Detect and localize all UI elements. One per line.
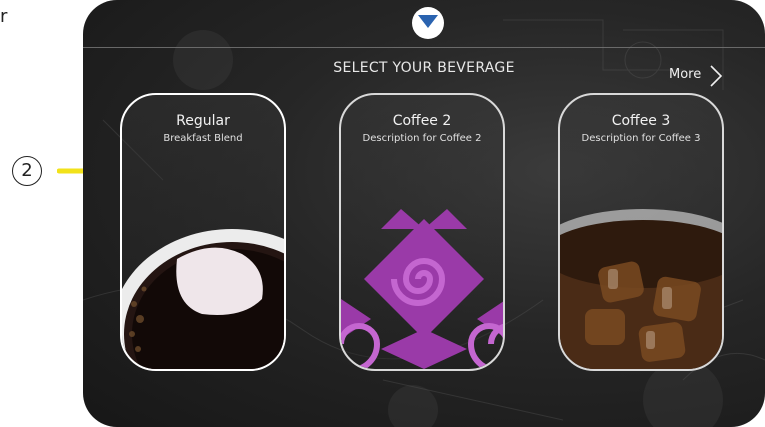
beverage-card-title: Regular (176, 113, 230, 129)
beverage-card-coffee-2[interactable]: Coffee 2 Description for Coffee 2 (339, 93, 505, 371)
more-button[interactable]: More (669, 62, 729, 92)
callout-number: 2 (12, 156, 42, 186)
chevron-right-icon (710, 65, 723, 87)
page-title: SELECT YOUR BEVERAGE (333, 60, 515, 76)
brand-logo-icon (412, 7, 444, 39)
beverage-card-regular[interactable]: Regular Breakfast Blend (120, 93, 286, 371)
callout-marker: 2 (12, 156, 52, 186)
beverage-card-description: Description for Coffee 2 (362, 133, 482, 144)
beverage-card-coffee-3[interactable]: Coffee 3 Description for Coffee 3 (558, 93, 724, 371)
purple-spiral-pattern-image (341, 209, 503, 369)
beverage-card-title: Coffee 3 (611, 113, 671, 129)
beverage-card-description: Breakfast Blend (163, 133, 243, 144)
header-divider (83, 47, 765, 48)
more-button-label: More (669, 67, 702, 82)
kiosk-screen: SELECT YOUR BEVERAGE More Regular Breakf… (83, 0, 765, 427)
hot-coffee-cup-image (122, 229, 284, 369)
iced-coffee-glass-image (560, 209, 722, 369)
margin-letter: r (0, 6, 8, 27)
beverage-card-description: Description for Coffee 3 (581, 133, 701, 144)
beverage-card-title: Coffee 2 (392, 113, 452, 129)
